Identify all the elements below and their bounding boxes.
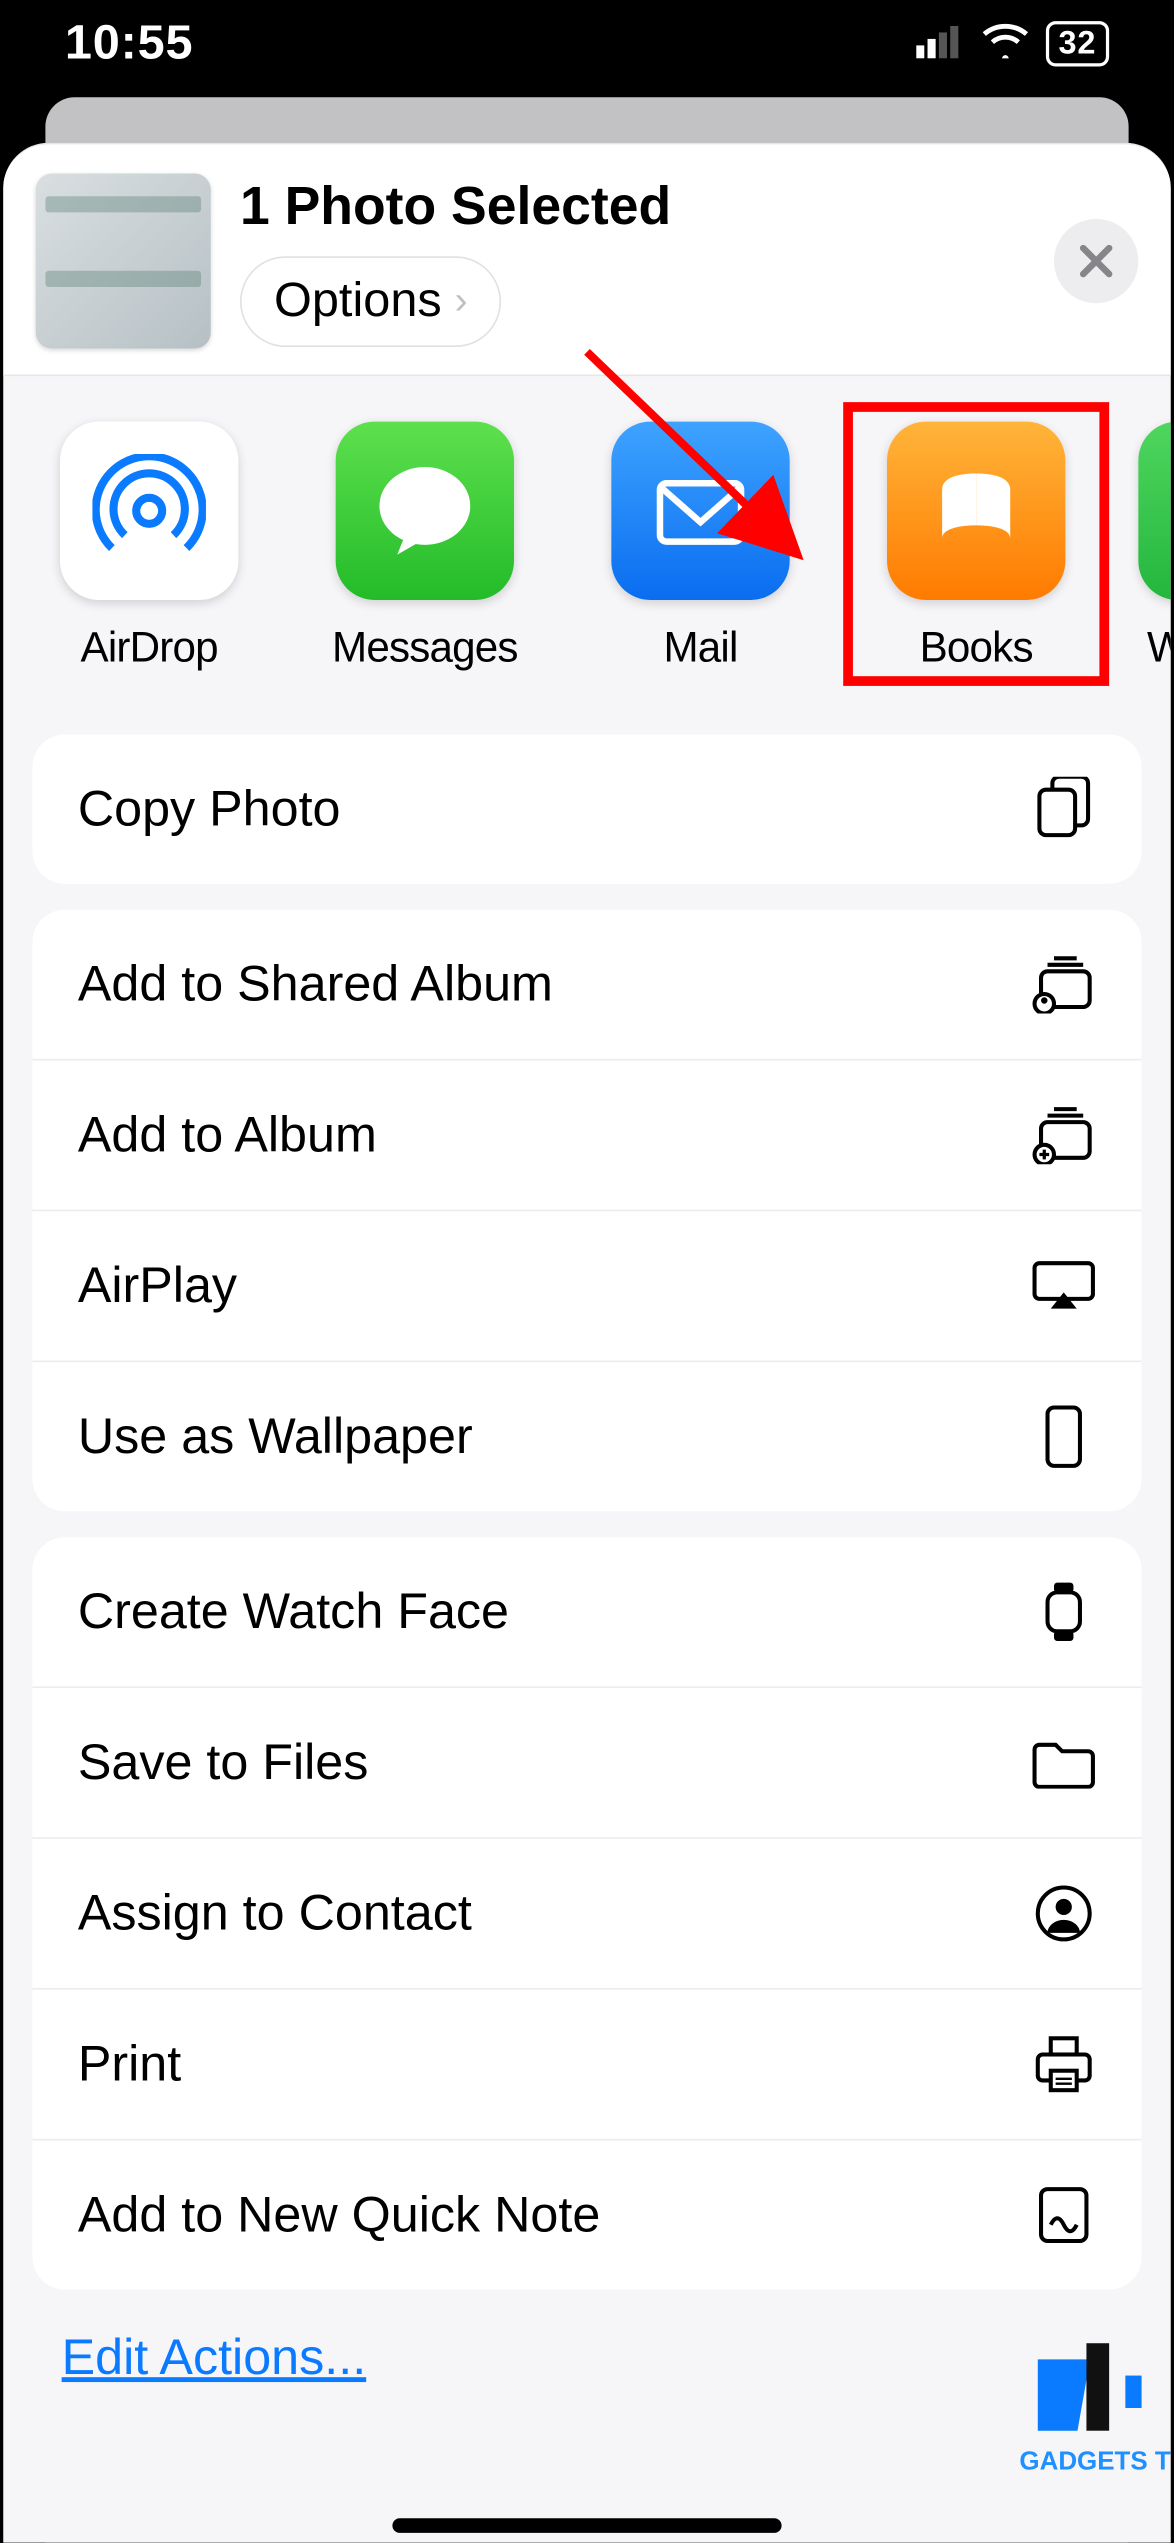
home-indicator[interactable] <box>392 2518 781 2533</box>
actions-group-2: Add to Shared Album Add to Album AirPlay… <box>32 910 1141 1512</box>
action-copy-photo[interactable]: Copy Photo <box>32 735 1141 884</box>
sheet-title: 1 Photo Selected <box>240 175 1025 237</box>
app-airdrop[interactable]: AirDrop <box>36 422 263 673</box>
status-indicators: 32 <box>916 16 1109 71</box>
shared-album-icon <box>1031 952 1096 1017</box>
app-whatsapp-peek[interactable]: Wl <box>1138 422 1170 673</box>
edit-actions-link[interactable]: Edit Actions... <box>62 2329 1171 2387</box>
annotation-highlight-box: Books <box>843 402 1109 686</box>
app-messages[interactable]: Messages <box>311 422 538 673</box>
status-bar: 10:55 32 <box>0 0 1174 88</box>
watermark: GADGETS T <box>1019 2343 1170 2478</box>
contact-icon <box>1031 1881 1096 1946</box>
share-sheet: 1 Photo Selected Options › <box>3 143 1171 2543</box>
battery-icon: 32 <box>1045 21 1109 66</box>
books-icon <box>919 454 1033 568</box>
options-button[interactable]: Options › <box>240 256 502 347</box>
app-mail[interactable]: Mail <box>587 422 814 673</box>
messages-icon <box>368 454 482 568</box>
folder-icon <box>1031 1730 1096 1795</box>
wallpaper-icon <box>1031 1404 1096 1469</box>
app-books[interactable]: Books <box>863 422 1090 673</box>
copy-icon <box>1031 777 1096 842</box>
cellular-icon <box>916 16 965 71</box>
mail-icon <box>644 454 758 568</box>
options-label: Options <box>274 274 442 329</box>
quick-note-icon <box>1031 2183 1096 2248</box>
printer-icon <box>1031 2032 1096 2097</box>
action-print[interactable]: Print <box>32 1990 1141 2141</box>
airplay-icon <box>1031 1253 1096 1318</box>
chevron-right-icon: › <box>455 279 468 324</box>
action-airplay[interactable]: AirPlay <box>32 1211 1141 1362</box>
close-button[interactable] <box>1054 219 1138 303</box>
sheet-header: 1 Photo Selected Options › <box>3 144 1171 376</box>
wifi-icon <box>981 16 1030 71</box>
action-use-wallpaper[interactable]: Use as Wallpaper <box>32 1362 1141 1511</box>
action-add-album[interactable]: Add to Album <box>32 1060 1141 1211</box>
action-create-watch-face[interactable]: Create Watch Face <box>32 1537 1141 1688</box>
actions-group-1: Copy Photo <box>32 735 1141 884</box>
action-add-shared-album[interactable]: Add to Shared Album <box>32 910 1141 1061</box>
add-album-icon <box>1031 1103 1096 1168</box>
app-share-row[interactable]: AirDrop Messages Mail <box>3 376 1171 708</box>
watch-icon <box>1031 1579 1096 1644</box>
actions-group-3: Create Watch Face Save to Files Assign t… <box>32 1537 1141 2289</box>
action-save-files[interactable]: Save to Files <box>32 1688 1141 1839</box>
airdrop-icon <box>92 454 206 568</box>
status-time: 10:55 <box>65 16 193 71</box>
watermark-logo-icon <box>1038 2343 1152 2440</box>
photo-thumbnail[interactable] <box>36 174 211 349</box>
action-add-quick-note[interactable]: Add to New Quick Note <box>32 2140 1141 2289</box>
action-assign-contact[interactable]: Assign to Contact <box>32 1839 1141 1990</box>
close-icon <box>1077 242 1116 281</box>
